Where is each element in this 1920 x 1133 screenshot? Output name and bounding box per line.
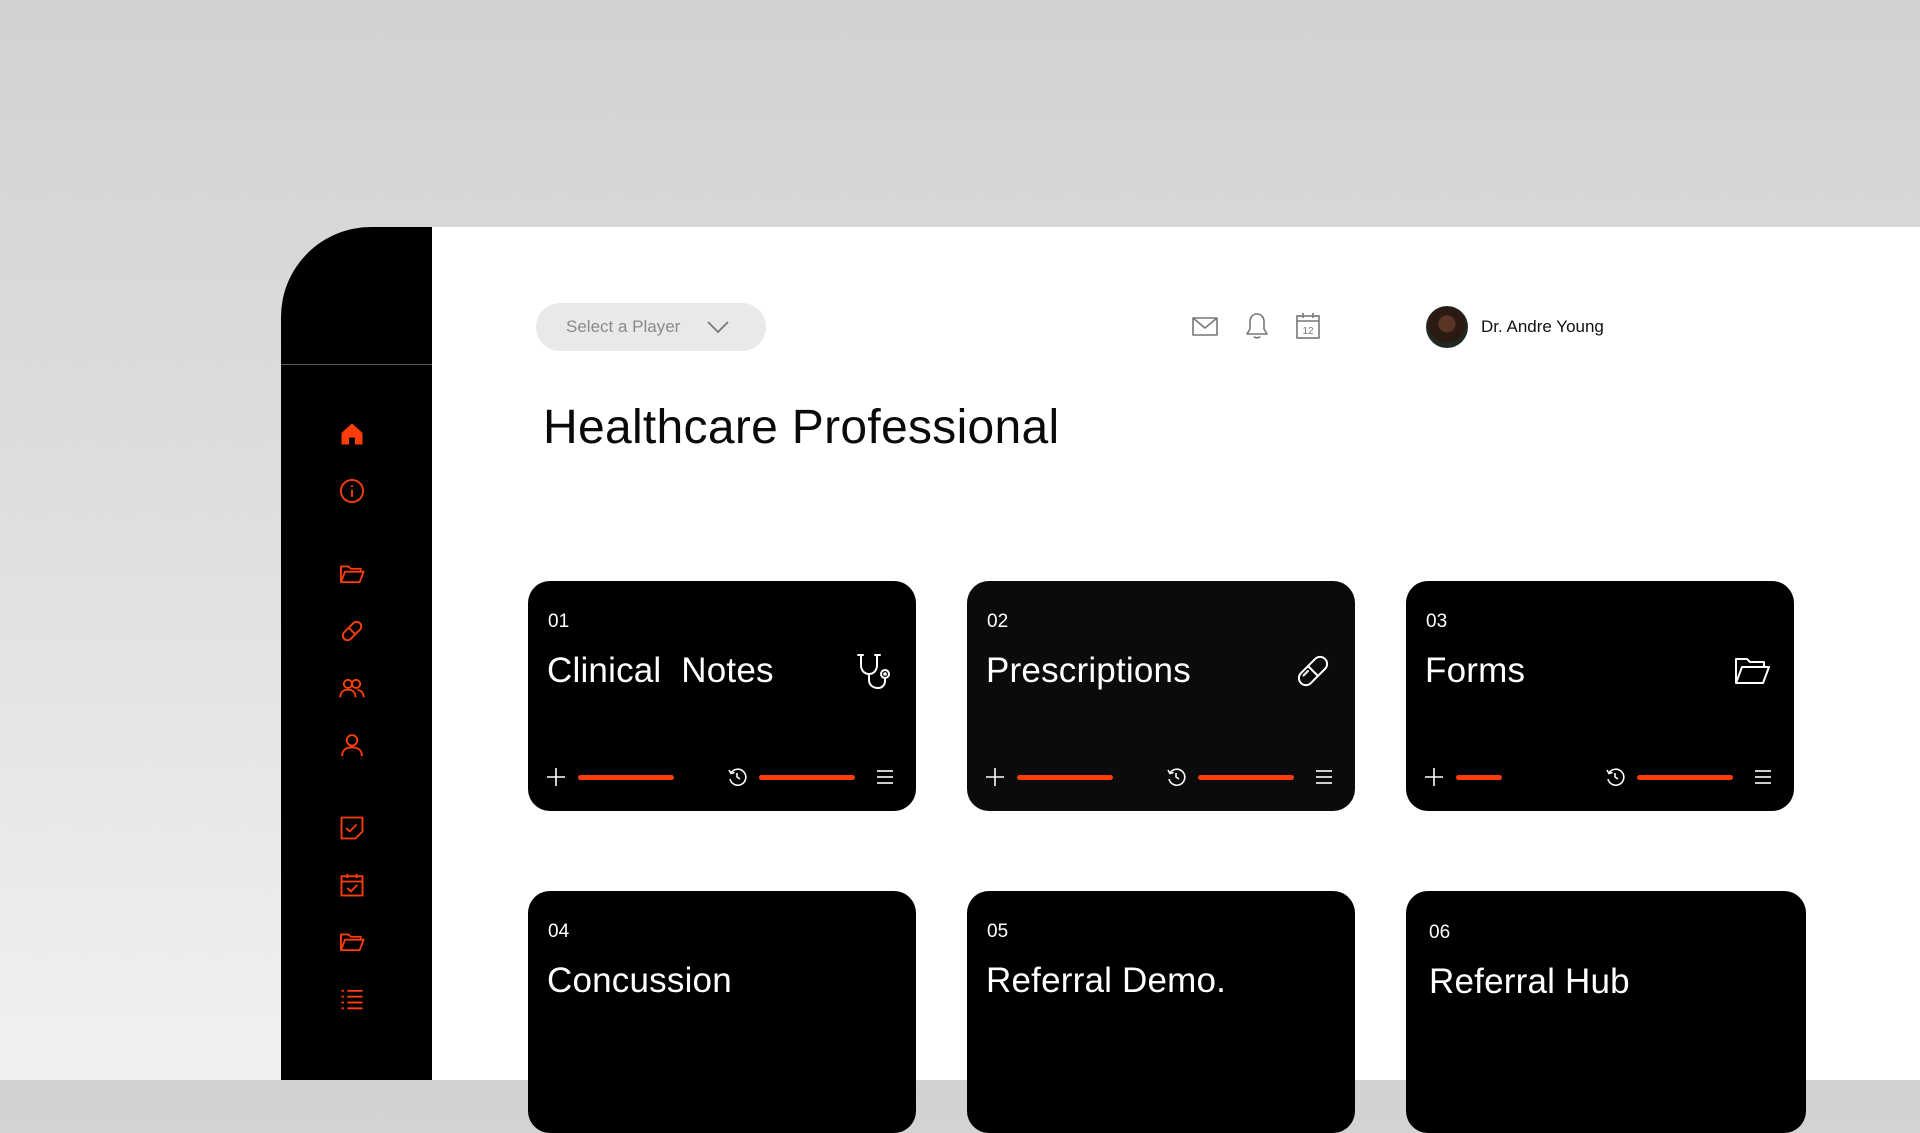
task-check-icon[interactable]: [337, 813, 367, 843]
bell-icon[interactable]: [1242, 311, 1272, 341]
calendar-icon[interactable]: 12: [1293, 311, 1323, 341]
menu-icon[interactable]: [876, 768, 894, 786]
history-progress-bar: [1637, 775, 1733, 780]
calendar-check-icon[interactable]: [337, 870, 367, 900]
history-progress-bar: [759, 775, 855, 780]
calendar-day: 12: [1302, 326, 1314, 337]
history-icon[interactable]: [1166, 767, 1186, 787]
add-icon[interactable]: [546, 767, 566, 787]
card-referral-demo[interactable]: 05 Referral Demo.: [967, 891, 1355, 1133]
card-title: Prescriptions: [986, 651, 1191, 690]
card-number: 06: [1429, 922, 1451, 943]
card-footer: [1424, 765, 1772, 789]
card-number: 03: [1426, 611, 1448, 632]
folder-open-icon: [1732, 651, 1772, 691]
sidebar-divider: [281, 364, 432, 365]
avatar[interactable]: [1426, 306, 1468, 348]
user-profile[interactable]: Dr. Andre Young: [1426, 306, 1604, 348]
card-forms[interactable]: 03 Forms: [1406, 581, 1794, 811]
list-icon[interactable]: [337, 984, 367, 1014]
sidebar: [281, 227, 432, 1080]
card-number: 05: [987, 921, 1009, 942]
pill-icon[interactable]: [337, 616, 367, 646]
card-footer: [546, 765, 894, 789]
card-title: Referral Hub: [1429, 962, 1630, 1001]
card-referral-hub[interactable]: 06 Referral Hub: [1406, 891, 1806, 1133]
player-select-placeholder: Select a Player: [566, 317, 681, 336]
user-name: Dr. Andre Young: [1481, 317, 1604, 336]
menu-icon[interactable]: [1754, 768, 1772, 786]
pill-icon: [1293, 651, 1333, 691]
info-icon[interactable]: [337, 476, 367, 506]
card-footer: [985, 765, 1333, 789]
history-progress-bar: [1198, 775, 1294, 780]
chevron-down-icon: [707, 321, 729, 334]
stethoscope-icon: [854, 651, 894, 691]
card-number: 02: [987, 611, 1009, 632]
card-title: Clinical Notes: [547, 651, 774, 690]
card-title: Referral Demo.: [986, 961, 1227, 1000]
card-prescriptions[interactable]: 02 Prescriptions: [967, 581, 1355, 811]
folder-open-icon[interactable]: [337, 559, 367, 589]
menu-icon[interactable]: [1315, 768, 1333, 786]
add-progress-bar: [578, 775, 674, 780]
card-concussion[interactable]: 04 Concussion: [528, 891, 916, 1133]
card-number: 01: [548, 611, 570, 632]
main-content: Select a Player 12 Dr. Andre Young Healt…: [432, 227, 1920, 1133]
users-icon[interactable]: [337, 673, 367, 703]
add-progress-bar: [1017, 775, 1113, 780]
home-icon[interactable]: [337, 419, 367, 449]
page-title: Healthcare Professional: [543, 401, 1060, 454]
add-icon[interactable]: [1424, 767, 1444, 787]
mail-icon[interactable]: [1190, 311, 1220, 341]
add-icon[interactable]: [985, 767, 1005, 787]
card-title: Forms: [1425, 651, 1526, 690]
card-clinical-notes[interactable]: 01 Clinical Notes: [528, 581, 916, 811]
player-select[interactable]: Select a Player: [536, 303, 766, 351]
card-title: Concussion: [547, 961, 732, 1000]
history-icon[interactable]: [727, 767, 747, 787]
user-icon[interactable]: [337, 730, 367, 760]
add-progress-bar: [1456, 775, 1502, 780]
folder-open-icon[interactable]: [337, 927, 367, 957]
card-number: 04: [548, 921, 570, 942]
history-icon[interactable]: [1605, 767, 1625, 787]
